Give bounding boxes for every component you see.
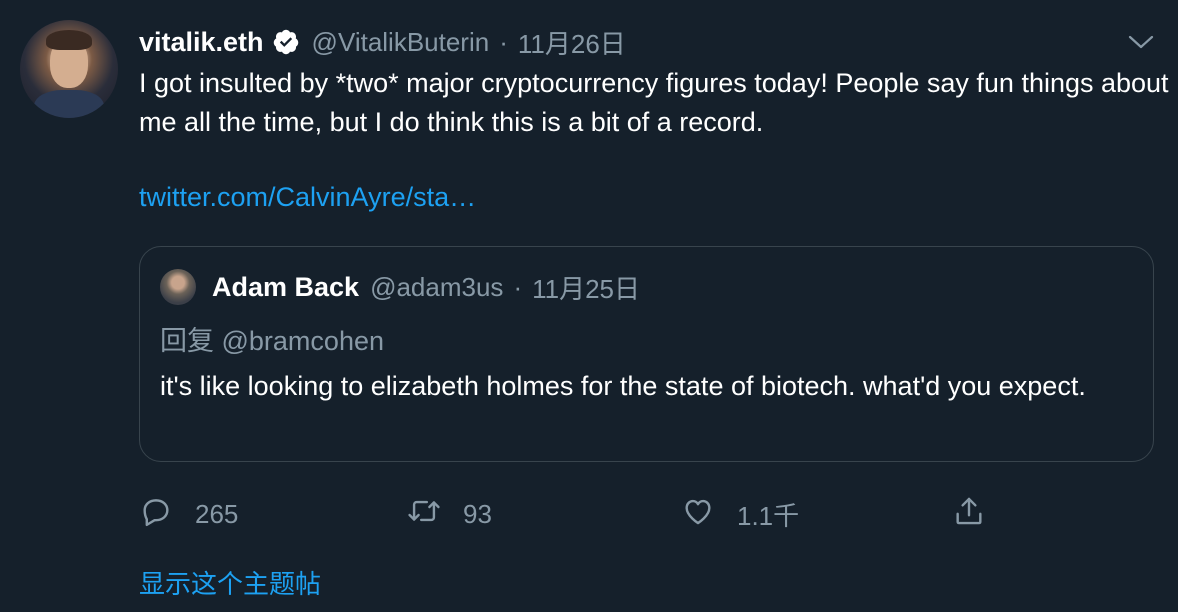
like-button[interactable]: 1.1千 bbox=[681, 494, 799, 534]
author-name[interactable]: vitalik.eth bbox=[139, 27, 264, 58]
show-thread-link[interactable]: 显示这个主题帖 bbox=[139, 564, 321, 601]
retweet-icon bbox=[407, 494, 441, 535]
like-icon bbox=[681, 494, 715, 535]
reply-icon bbox=[139, 494, 173, 535]
retweet-count: 93 bbox=[463, 498, 492, 529]
tweet-link[interactable]: twitter.com/CalvinAyre/sta… bbox=[139, 178, 476, 217]
share-button[interactable] bbox=[952, 494, 986, 534]
quoted-tweet-card[interactable]: Adam Back @adam3us · 11月25日 回复 @bramcohe… bbox=[139, 246, 1154, 462]
quoted-author-handle: @adam3us bbox=[370, 271, 504, 302]
tweet-date[interactable]: 11月26日 bbox=[518, 24, 626, 61]
tweet-text: I got insulted by *two* major cryptocurr… bbox=[139, 68, 1169, 137]
quoted-author-name: Adam Back bbox=[212, 271, 360, 302]
like-count: 1.1千 bbox=[737, 500, 800, 531]
quoted-tweet-date: 11月25日 bbox=[532, 273, 641, 304]
verified-badge-icon bbox=[272, 28, 300, 56]
reply-count: 265 bbox=[195, 498, 239, 529]
separator-dot: · bbox=[513, 271, 523, 302]
quoted-author-avatar bbox=[160, 269, 196, 305]
share-icon bbox=[952, 494, 986, 535]
tweet-actions-bar: 265 93 1.1千 bbox=[139, 494, 1139, 534]
quoted-tweet-text: it's like looking to elizabeth holmes fo… bbox=[160, 371, 1086, 401]
separator-dot: · bbox=[499, 26, 508, 57]
reply-button[interactable]: 265 bbox=[139, 494, 238, 534]
tweet-header: vitalik.eth @VitalikButerin · 11月26日 bbox=[139, 24, 626, 60]
quoted-tweet-header: Adam Back @adam3us · 11月25日 bbox=[212, 269, 640, 305]
retweet-button[interactable]: 93 bbox=[407, 494, 492, 534]
reply-to-label: 回复 @bramcohen bbox=[160, 326, 384, 356]
chevron-down-icon[interactable] bbox=[1126, 30, 1156, 54]
author-avatar[interactable] bbox=[20, 20, 118, 118]
author-handle[interactable]: @VitalikButerin bbox=[312, 27, 490, 58]
